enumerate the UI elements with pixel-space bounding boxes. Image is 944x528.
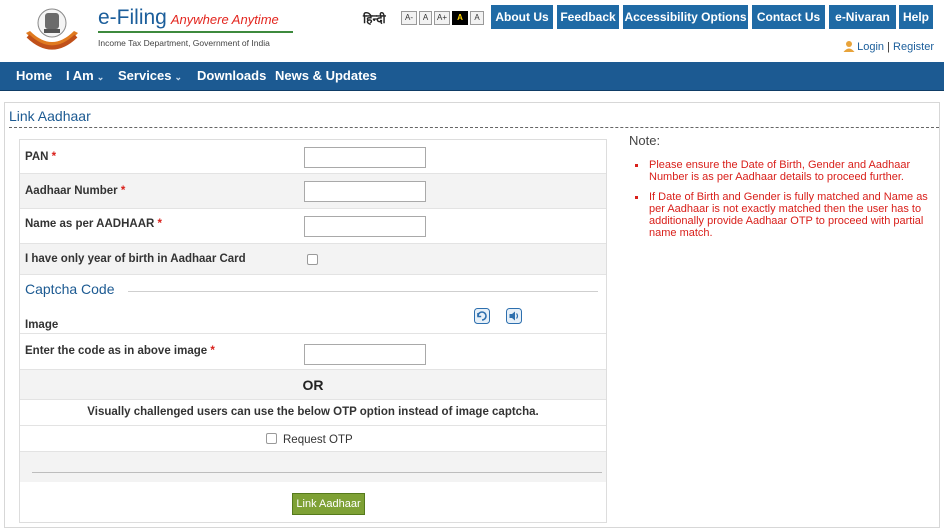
visually-challenged-text: Visually challenged users can use the be…: [87, 406, 539, 418]
link-aadhaar-form: PAN * Aadhaar Number * Name as per AADHA…: [19, 139, 607, 523]
captcha-heading: Captcha Code: [25, 281, 115, 297]
brand-subtitle: Income Tax Department, Government of Ind…: [98, 38, 270, 48]
login-separator: |: [887, 41, 890, 53]
audio-icon[interactable]: [506, 308, 522, 324]
request-otp-checkbox[interactable]: [266, 433, 277, 444]
note-item: If Date of Birth and Gender is fully mat…: [631, 191, 931, 239]
font-increase-button[interactable]: A+: [434, 11, 450, 25]
or-text: OR: [302, 377, 324, 393]
aadhaar-input[interactable]: [304, 181, 426, 202]
request-otp-label: Request OTP: [283, 434, 353, 446]
required-mark: *: [210, 345, 215, 357]
contact-us-button[interactable]: Contact Us: [752, 5, 825, 29]
high-contrast-button[interactable]: A: [452, 11, 468, 25]
link-aadhaar-panel: Link Aadhaar PAN * Aadhaar Number * Name…: [4, 102, 940, 528]
user-icon: [843, 41, 855, 52]
captcha-code-label: Enter the code as in above image *: [25, 345, 215, 357]
spacer-row: [20, 452, 606, 482]
name-label: Name as per AADHAAR *: [25, 218, 162, 230]
title-divider: [9, 127, 939, 128]
e-nivaran-button[interactable]: e-Nivaran: [829, 5, 896, 29]
brand-tagline: Anywhere Anytime: [170, 12, 279, 27]
nav-i-am[interactable]: I Am ⌄: [66, 68, 104, 83]
nav-downloads[interactable]: Downloads: [197, 68, 266, 83]
form-divider: [32, 472, 602, 473]
nav-news-updates[interactable]: News & Updates: [275, 68, 377, 83]
required-mark: *: [120, 185, 126, 197]
captcha-code-row: Enter the code as in above image *: [20, 334, 606, 370]
required-mark: *: [157, 218, 162, 230]
nav-services-label: Services: [118, 68, 172, 83]
site-header: e-Filing Anywhere Anytime Income Tax Depa…: [0, 0, 944, 62]
login-link[interactable]: Login: [857, 41, 884, 53]
hindi-language-link[interactable]: हिन्दी: [363, 10, 386, 27]
help-button[interactable]: Help: [899, 5, 933, 29]
name-row: Name as per AADHAAR *: [20, 209, 606, 244]
pan-label: PAN *: [25, 151, 57, 163]
visually-challenged-row: Visually challenged users can use the be…: [20, 400, 606, 426]
yob-label: I have only year of birth in Aadhaar Car…: [25, 253, 246, 265]
chevron-down-icon: ⌄: [174, 72, 183, 82]
brand-title[interactable]: e-Filing Anywhere Anytime: [98, 6, 279, 30]
nav-services[interactable]: Services ⌄: [118, 68, 182, 83]
state-emblem-icon: [26, 8, 78, 50]
feedback-button[interactable]: Feedback: [557, 5, 619, 29]
refresh-icon[interactable]: [474, 308, 490, 324]
aadhaar-label: Aadhaar Number *: [25, 185, 126, 197]
yob-row: I have only year of birth in Aadhaar Car…: [20, 244, 606, 275]
request-otp-row: Request OTP: [20, 426, 606, 452]
normal-contrast-button[interactable]: A: [470, 11, 484, 25]
accessibility-options-button[interactable]: Accessibility Options: [623, 5, 748, 29]
yob-checkbox[interactable]: [307, 254, 318, 265]
nav-i-am-label: I Am: [66, 68, 94, 83]
nav-home[interactable]: Home: [16, 68, 52, 83]
request-otp-option[interactable]: Request OTP: [266, 433, 353, 446]
main-navigation: Home I Am ⌄ Services ⌄ Downloads News & Up…: [0, 62, 944, 91]
bullet-icon: [635, 196, 638, 199]
captcha-divider: [128, 291, 598, 292]
link-aadhaar-button[interactable]: Link Aadhaar: [292, 493, 365, 515]
image-label: Image: [25, 319, 59, 331]
login-register: Login | Register: [843, 40, 934, 53]
brand-underline: [98, 31, 293, 33]
or-row: OR: [20, 370, 606, 400]
page-title: Link Aadhaar: [9, 108, 91, 124]
register-link[interactable]: Register: [893, 41, 934, 53]
note-item: Please ensure the Date of Birth, Gender …: [631, 159, 931, 183]
font-normal-button[interactable]: A: [419, 11, 432, 25]
name-input[interactable]: [304, 216, 426, 237]
note-title: Note:: [629, 133, 661, 148]
captcha-code-input[interactable]: [304, 344, 426, 365]
pan-row: PAN *: [20, 140, 606, 174]
required-mark: *: [51, 151, 57, 163]
font-decrease-button[interactable]: A-: [401, 11, 417, 25]
note-list: Please ensure the Date of Birth, Gender …: [631, 159, 931, 247]
about-us-button[interactable]: About Us: [491, 5, 553, 29]
pan-input[interactable]: [304, 147, 426, 168]
aadhaar-row: Aadhaar Number *: [20, 174, 606, 209]
bullet-icon: [635, 164, 638, 167]
chevron-down-icon: ⌄: [96, 72, 105, 82]
